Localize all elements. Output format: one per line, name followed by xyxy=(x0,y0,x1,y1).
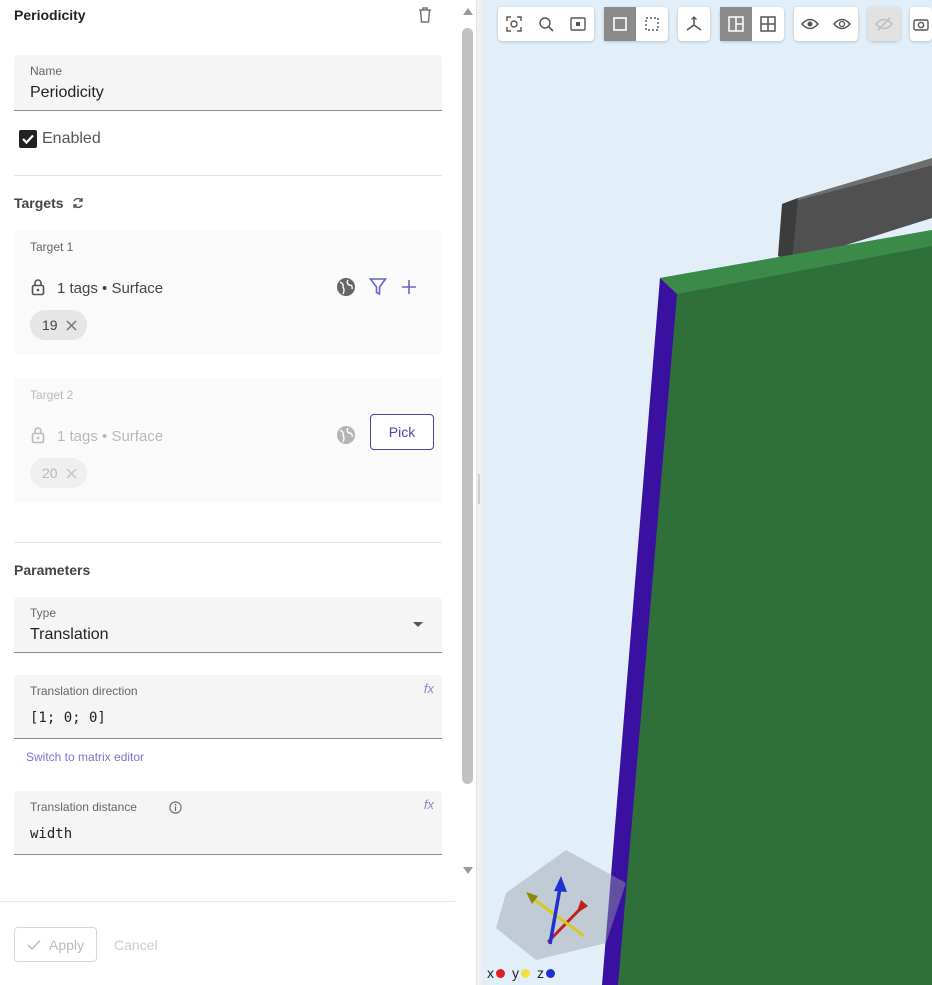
target-2-chip: 20 xyxy=(30,458,87,488)
name-field-value[interactable]: Periodicity xyxy=(30,84,104,102)
zoom-box-button[interactable] xyxy=(562,7,594,41)
eye-icon xyxy=(801,18,819,30)
distance-label: Translation distance xyxy=(30,800,137,814)
parameters-heading: Parameters xyxy=(14,562,91,578)
eye-off-icon xyxy=(875,17,893,31)
globe-icon[interactable] xyxy=(336,277,356,297)
screenshot-button[interactable] xyxy=(910,7,932,41)
filter-icon[interactable] xyxy=(369,277,387,297)
single-view-button[interactable] xyxy=(720,7,752,41)
camera-icon xyxy=(913,19,929,31)
axes-icon xyxy=(686,16,702,31)
switch-to-matrix-editor-link[interactable]: Switch to matrix editor xyxy=(26,750,144,764)
visibility-toolbar xyxy=(794,7,858,41)
enabled-checkbox[interactable] xyxy=(19,130,37,148)
chip-label: 19 xyxy=(42,317,58,333)
zoom-fit-icon xyxy=(539,17,554,32)
target-1-tags: 1 tags • Surface xyxy=(57,280,164,297)
divider xyxy=(14,542,442,543)
target-2-card: Target 2 1 tags • Surface Pick 20 xyxy=(14,378,442,503)
axes-toolbar xyxy=(678,7,710,41)
trash-icon[interactable] xyxy=(417,6,433,24)
splitter-grip[interactable] xyxy=(478,474,480,504)
cancel-button[interactable]: Cancel xyxy=(114,937,158,953)
translation-distance-field[interactable]: Translation distance fx width xyxy=(14,791,442,855)
close-icon[interactable] xyxy=(66,319,77,331)
eye-outline-icon xyxy=(833,18,851,30)
orientation-cube-face xyxy=(496,850,626,960)
quad-view-button[interactable] xyxy=(752,7,784,41)
footer-divider xyxy=(0,901,455,902)
name-field-label: Name xyxy=(30,64,63,78)
layout-icon xyxy=(728,16,744,32)
single-select-button[interactable] xyxy=(604,7,636,41)
target-1-chip: 19 xyxy=(30,310,87,340)
layout-toolbar xyxy=(720,7,784,41)
y-axis-dot xyxy=(521,968,530,978)
function-icon[interactable]: fx xyxy=(424,797,434,812)
z-axis-dot xyxy=(546,968,555,978)
square-icon xyxy=(613,17,627,31)
screenshot-toolbar xyxy=(910,7,932,41)
zoom-to-selection-button[interactable] xyxy=(498,7,530,41)
distance-value[interactable]: width xyxy=(30,826,72,842)
type-value: Translation xyxy=(30,626,109,643)
chip-label: 20 xyxy=(42,465,58,481)
apply-button[interactable]: Apply xyxy=(14,927,97,962)
info-icon[interactable] xyxy=(169,801,182,814)
properties-panel: Periodicity Name Periodicity Enabled Tar… xyxy=(0,0,473,985)
view-toolbar xyxy=(498,7,594,41)
targets-heading: Targets xyxy=(14,195,85,211)
scrollbar-thumb[interactable] xyxy=(462,28,473,784)
name-field[interactable]: Name Periodicity xyxy=(14,55,442,111)
check-icon xyxy=(27,939,41,950)
lock-icon[interactable] xyxy=(31,278,45,296)
target-2-label: Target 2 xyxy=(30,388,74,402)
dashed-square-icon xyxy=(645,17,659,31)
divider xyxy=(14,175,442,176)
pick-button[interactable]: Pick xyxy=(370,414,434,450)
direction-value[interactable]: [1; 0; 0] xyxy=(30,710,106,726)
apply-label: Apply xyxy=(48,936,85,953)
box-select-button[interactable] xyxy=(636,7,668,41)
orientation-cube[interactable] xyxy=(496,848,628,968)
function-icon[interactable]: fx xyxy=(424,681,434,696)
zoom-box-icon xyxy=(570,17,586,31)
selection-mode-toolbar xyxy=(604,7,668,41)
direction-label: Translation direction xyxy=(30,684,138,698)
axes-legend: x y z xyxy=(487,965,560,981)
translation-direction-field[interactable]: Translation direction fx [1; 0; 0] xyxy=(14,675,442,739)
x-axis-label: x xyxy=(487,965,494,981)
close-icon[interactable] xyxy=(66,467,77,479)
3d-viewport[interactable]: x y z xyxy=(482,0,932,985)
refresh-icon[interactable] xyxy=(71,196,85,210)
target-1-card: Target 1 1 tags • Surface 19 xyxy=(14,230,442,355)
y-axis-label: y xyxy=(512,965,519,981)
axes-button[interactable] xyxy=(678,7,710,41)
grid-icon xyxy=(760,16,776,32)
target-2-tags: 1 tags • Surface xyxy=(57,428,164,445)
panel-title: Periodicity xyxy=(14,7,86,23)
x-axis-dot xyxy=(496,968,505,978)
show-selected-button[interactable] xyxy=(826,7,858,41)
type-label: Type xyxy=(30,606,57,620)
show-all-button[interactable] xyxy=(794,7,826,41)
z-axis-label: z xyxy=(537,965,544,981)
enabled-label: Enabled xyxy=(42,130,101,147)
lock-icon xyxy=(31,427,45,444)
scroll-down-icon[interactable] xyxy=(462,866,474,876)
globe-icon[interactable] xyxy=(336,425,356,445)
hide-button[interactable] xyxy=(868,7,900,41)
model-render[interactable] xyxy=(482,0,932,985)
scroll-up-icon[interactable] xyxy=(462,6,474,16)
app-root: Periodicity Name Periodicity Enabled Tar… xyxy=(0,0,932,985)
checkmark-icon xyxy=(22,134,34,145)
zoom-selection-icon xyxy=(506,16,522,32)
zoom-fit-button[interactable] xyxy=(530,7,562,41)
add-icon[interactable] xyxy=(401,279,417,295)
hide-toolbar xyxy=(868,7,900,41)
type-select[interactable]: Type Translation xyxy=(14,597,442,653)
target-1-label: Target 1 xyxy=(30,240,74,254)
caret-down-icon[interactable] xyxy=(412,621,424,629)
